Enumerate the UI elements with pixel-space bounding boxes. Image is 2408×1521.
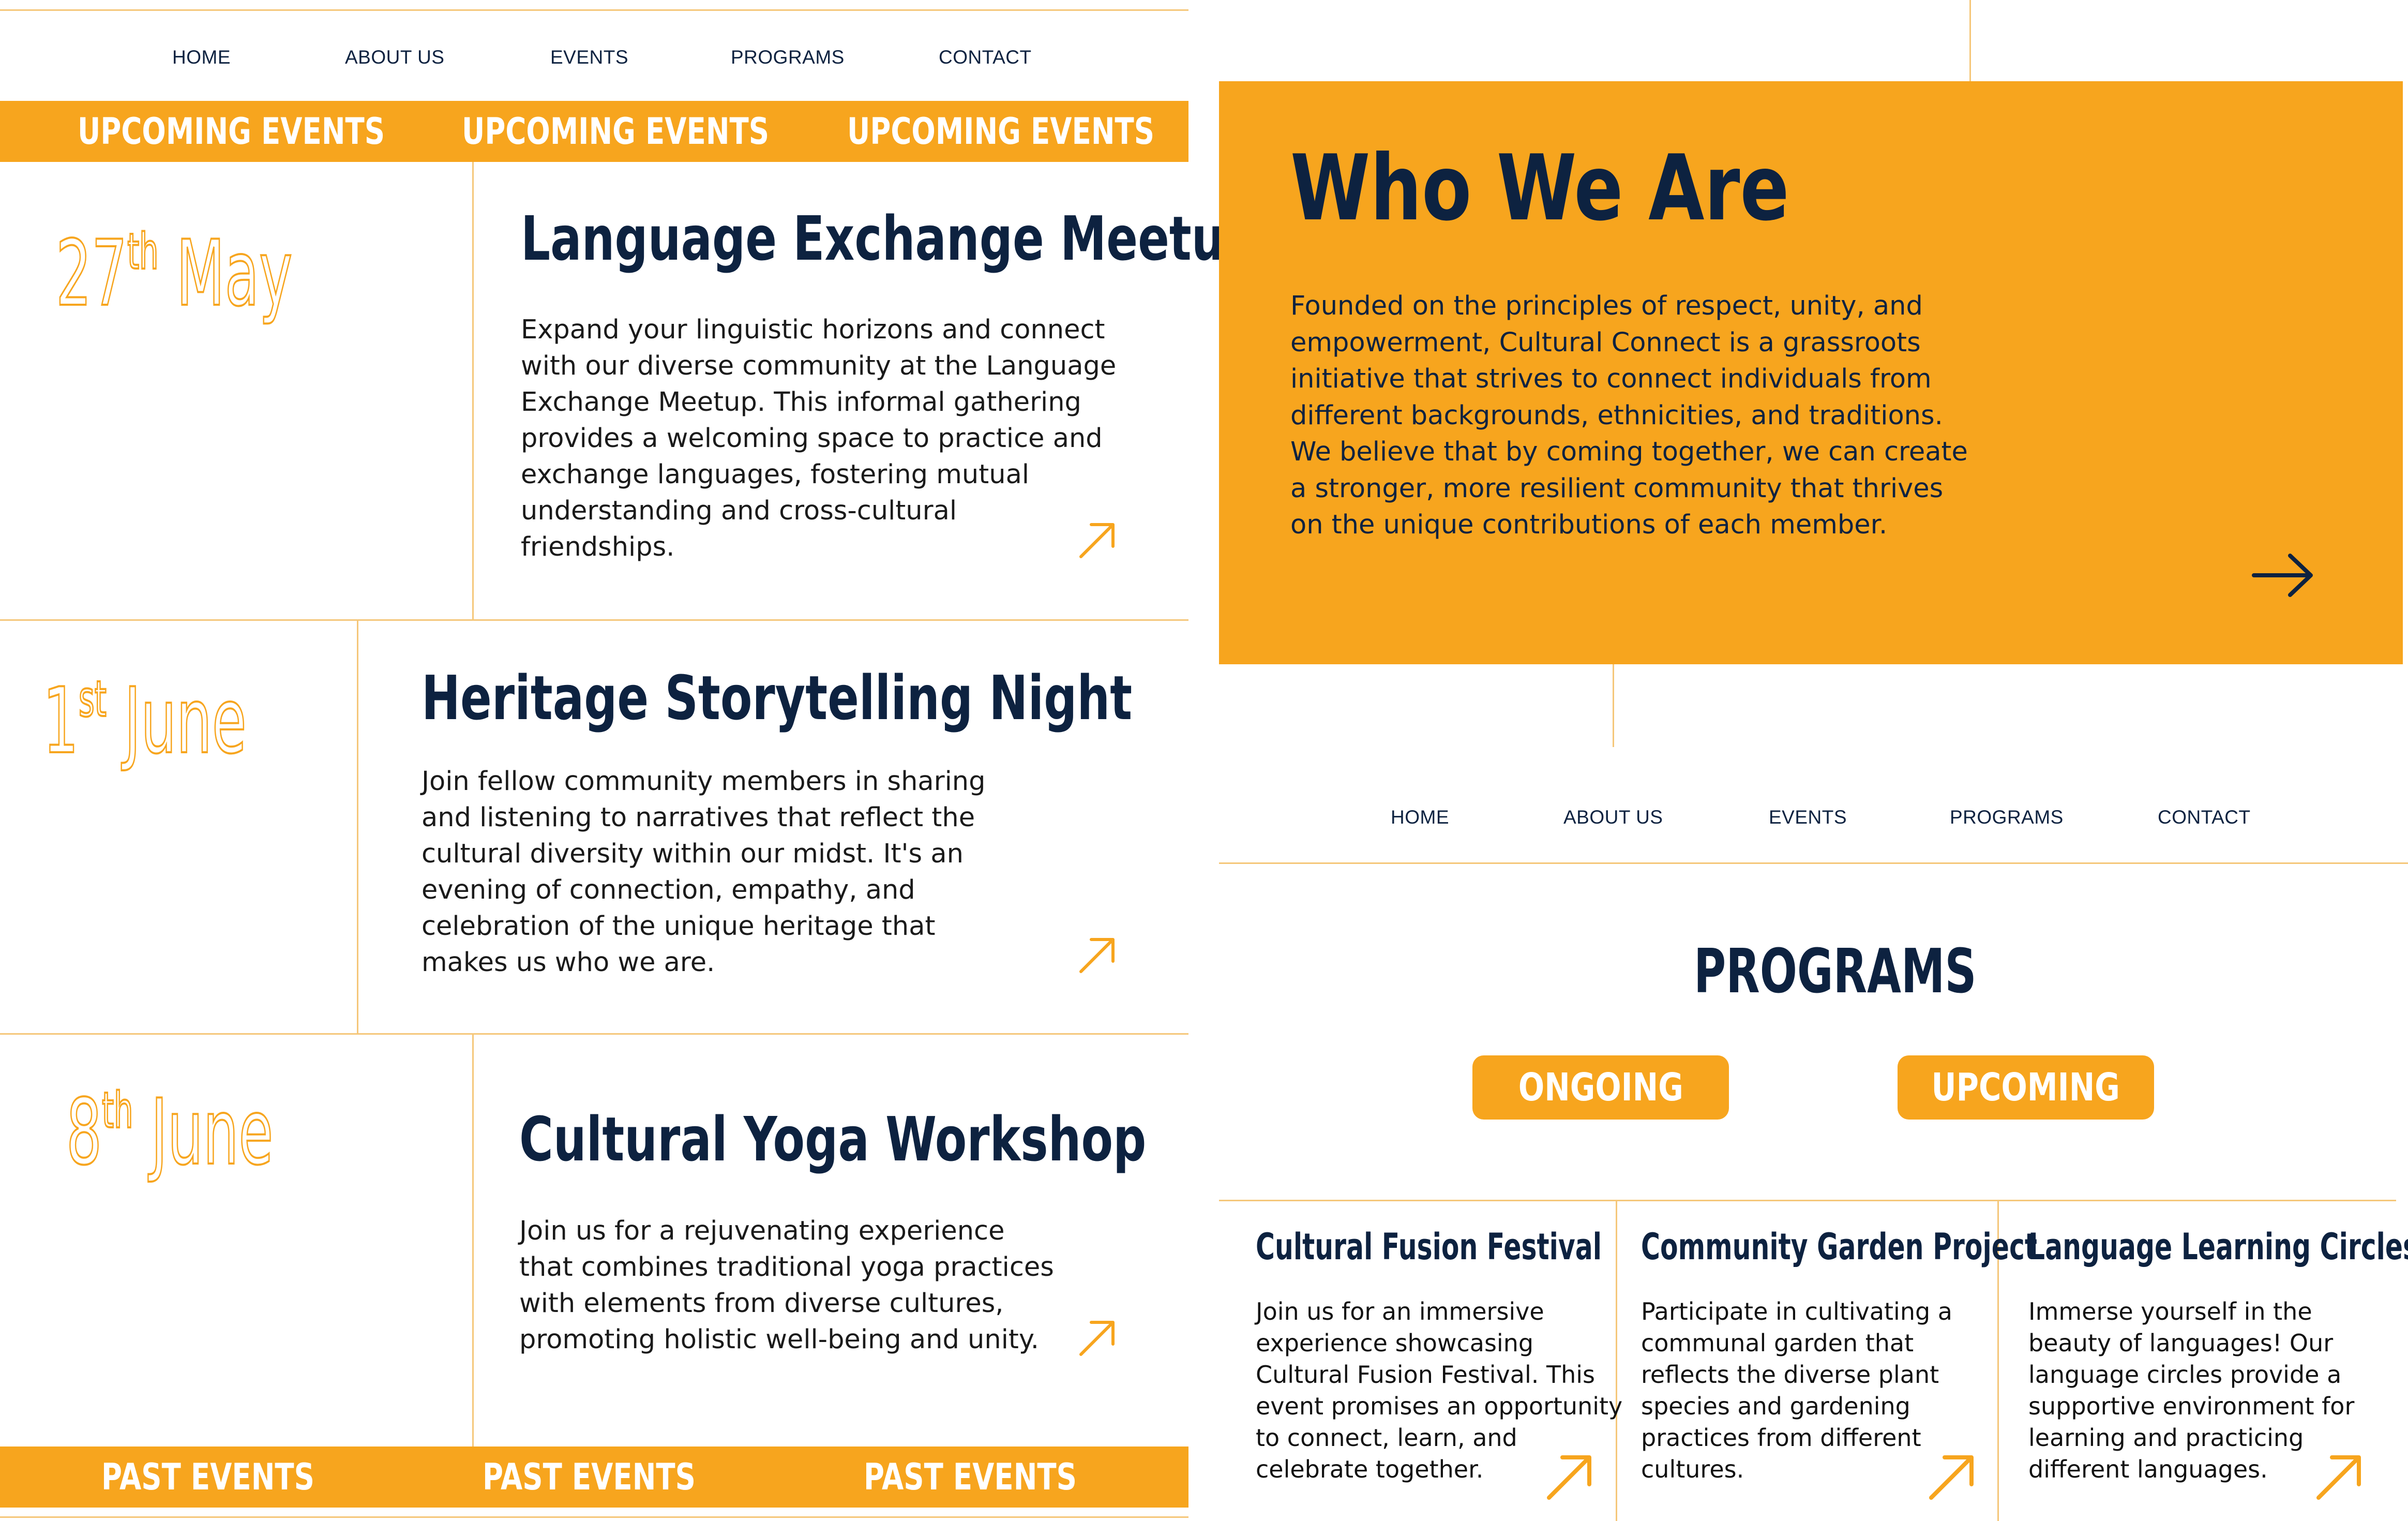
- arrow-up-right-icon[interactable]: [1926, 1451, 1978, 1503]
- upcoming-events-banner: UPCOMING EVENTS UPCOMING EVENTS UPCOMING…: [0, 101, 1188, 162]
- nav-programs[interactable]: PROGRAMS: [731, 47, 845, 68]
- program-card-description: Immerse yourself in the beauty of langua…: [2028, 1298, 2355, 1483]
- event-month: June: [124, 669, 247, 774]
- event-description: Expand your linguistic horizons and conn…: [521, 315, 1117, 562]
- past-events-banner: PAST EVENTS PAST EVENTS PAST EVENTS: [0, 1447, 1188, 1508]
- event-description: Join fellow community members in sharing…: [422, 766, 986, 978]
- event-date: 27th May: [55, 227, 293, 321]
- arrow-up-right-icon[interactable]: [1077, 934, 1118, 976]
- event-day: 1: [42, 669, 80, 774]
- row-divider: [0, 619, 1188, 621]
- nav-home[interactable]: HOME: [172, 47, 231, 68]
- tab-upcoming[interactable]: UPCOMING: [1898, 1055, 2154, 1120]
- event-month: May: [176, 221, 293, 326]
- arrow-right-icon[interactable]: [2251, 547, 2318, 604]
- arrow-up-right-icon[interactable]: [1544, 1451, 1596, 1503]
- event-day: 27: [55, 221, 128, 326]
- cards-divider: [1219, 1200, 2396, 1201]
- program-card-description: Participate in cultivating a communal ga…: [1641, 1298, 1952, 1483]
- arrow-up-right-icon[interactable]: [2313, 1451, 2365, 1503]
- event-day-suffix: th: [101, 1082, 134, 1139]
- event-description: Join us for a rejuvenating experience th…: [519, 1216, 1054, 1355]
- event-day-suffix: th: [127, 223, 159, 280]
- nav-about-us[interactable]: ABOUT US: [1563, 807, 1663, 828]
- deco-line: [1969, 0, 1971, 81]
- arrow-up-right-icon[interactable]: [1077, 519, 1118, 561]
- nav-events[interactable]: EVENTS: [550, 47, 628, 68]
- event-date: 8th June: [66, 1085, 274, 1180]
- event-divider: [472, 1035, 474, 1447]
- tab-label: UPCOMING: [1931, 1065, 2120, 1110]
- banner-label: UPCOMING EVENTS: [78, 110, 385, 153]
- nav-about-us[interactable]: ABOUT US: [345, 47, 444, 68]
- nav-contact[interactable]: CONTACT: [2158, 807, 2251, 828]
- who-we-are-text: Founded on the principles of respect, un…: [1290, 291, 1968, 540]
- event-month: June: [151, 1080, 274, 1185]
- event-date: 1st June: [42, 674, 247, 768]
- who-we-are-title: Who We Are: [1290, 136, 1789, 241]
- banner-label: PAST EVENTS: [864, 1456, 1077, 1498]
- row-divider: [0, 1033, 1188, 1035]
- programs-heading: PROGRAMS: [1694, 935, 1977, 1007]
- nav-contact[interactable]: CONTACT: [939, 47, 1032, 68]
- banner-label: UPCOMING EVENTS: [462, 110, 770, 153]
- tab-ongoing[interactable]: ONGOING: [1472, 1055, 1729, 1120]
- arrow-up-right-icon[interactable]: [1077, 1317, 1118, 1359]
- event-day-suffix: st: [78, 671, 107, 728]
- deco-line: [1613, 664, 1614, 747]
- nav-divider: [1219, 862, 2408, 864]
- event-divider: [357, 621, 358, 1033]
- tab-label: ONGOING: [1518, 1065, 1683, 1110]
- event-divider: [472, 162, 474, 621]
- nav-programs[interactable]: PROGRAMS: [1950, 807, 2064, 828]
- program-card-title: Language Learning Circles: [2028, 1226, 2408, 1268]
- banner-label: PAST EVENTS: [483, 1456, 696, 1498]
- event-title: Language Exchange Meetup: [521, 203, 1258, 274]
- event-day: 8: [66, 1080, 103, 1185]
- top-divider: [0, 9, 1188, 11]
- nav-events[interactable]: EVENTS: [1769, 807, 1847, 828]
- nav-home[interactable]: HOME: [1391, 807, 1449, 828]
- program-card-title: Community Garden Project: [1641, 1226, 2037, 1268]
- event-title: Heritage Storytelling Night: [422, 662, 1133, 734]
- program-card-title: Cultural Fusion Festival: [1256, 1226, 1602, 1268]
- bottom-divider: [0, 1516, 1188, 1518]
- banner-label: PAST EVENTS: [101, 1456, 314, 1498]
- who-we-are-card: Who We Are Founded on the principles of …: [1219, 81, 2403, 664]
- banner-label: UPCOMING EVENTS: [847, 110, 1155, 153]
- event-title: Cultural Yoga Workshop: [519, 1104, 1147, 1175]
